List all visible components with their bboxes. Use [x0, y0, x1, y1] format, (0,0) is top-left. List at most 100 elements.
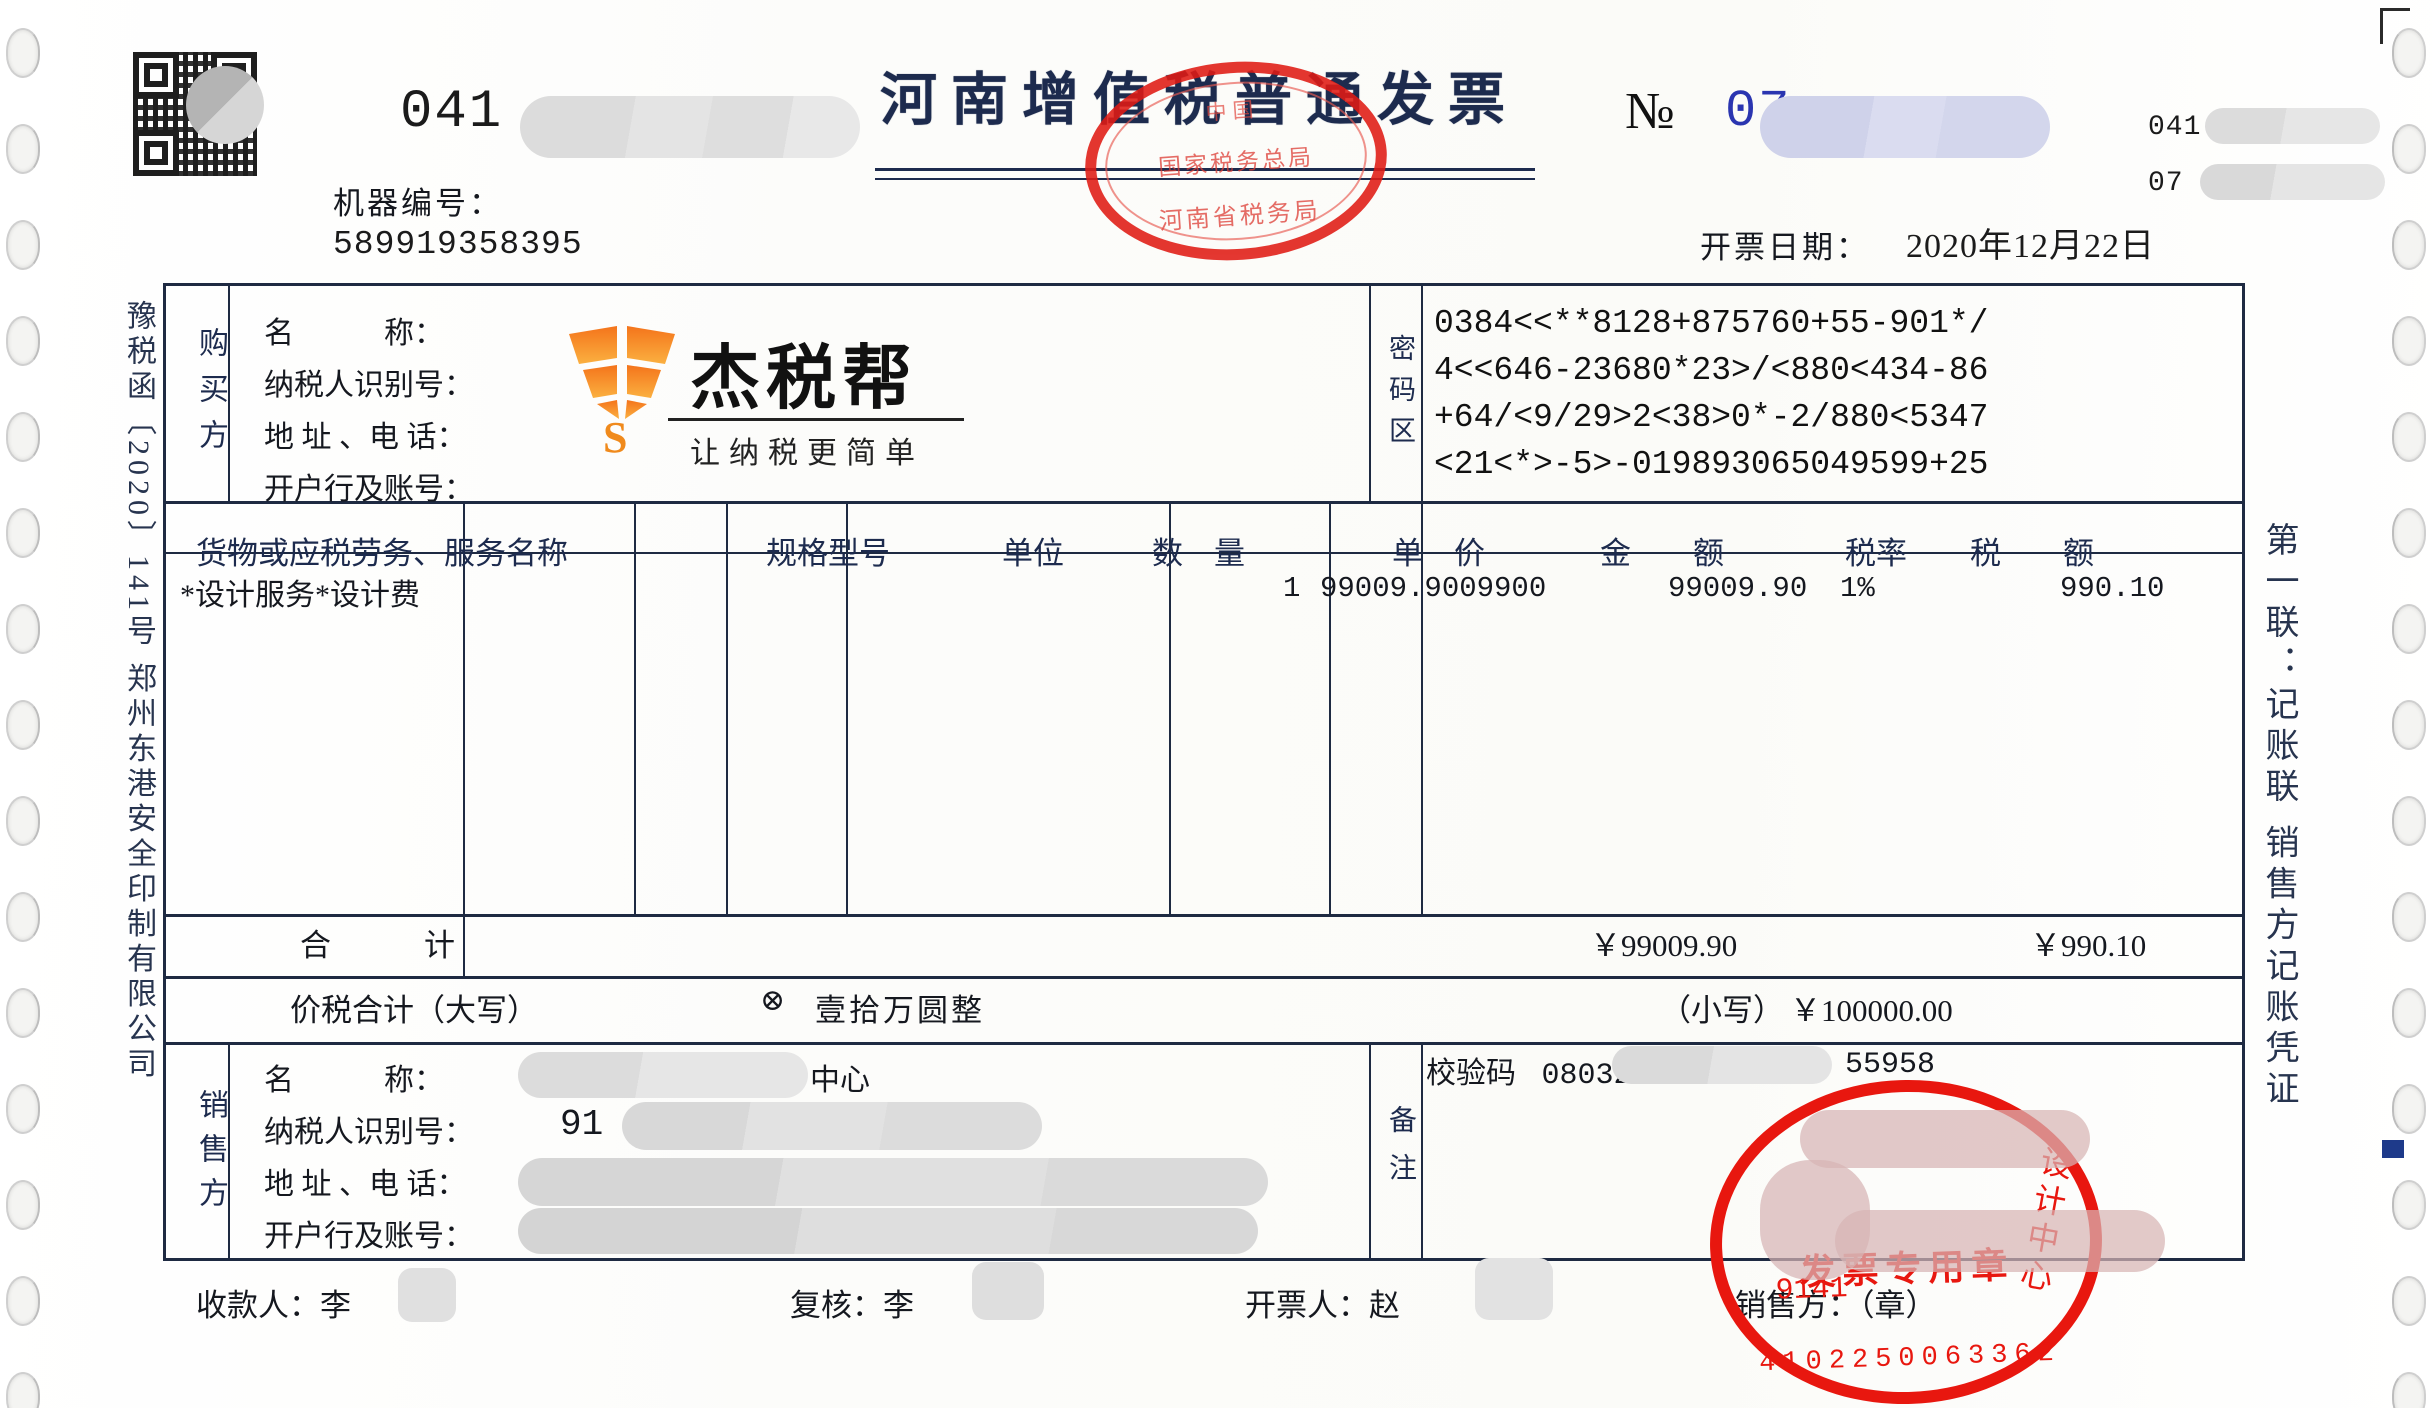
issue-date-value: 2020年12月22日 [1906, 228, 2155, 265]
invoice-code: 041 [400, 82, 504, 143]
item-price: 99009.9009900 [1320, 572, 1547, 605]
brand-divider [668, 418, 964, 421]
sprocket-hole [6, 892, 40, 942]
sprocket-hole [2392, 412, 2426, 462]
table-rule-horizontal [166, 976, 2242, 979]
seller-taxid-redaction [622, 1102, 1042, 1150]
seller-name-redaction [518, 1052, 808, 1098]
buyer-side-label: 购买方 [194, 327, 227, 465]
edge-artifact-top2 [2380, 8, 2410, 11]
stamp-redaction-bottom [1835, 1210, 2165, 1272]
sprocket-hole [2392, 1372, 2426, 1408]
sprocket-hole [6, 796, 40, 846]
totals-amount: ￥99009.90 [1590, 928, 1738, 963]
sprocket-hole [6, 28, 40, 78]
cipher-line: <21<*>-5>-019893065049599+25 [1434, 446, 1989, 483]
logo-letter-s: S [603, 413, 628, 462]
reviewer-label: 复核： [790, 1288, 883, 1323]
payee-label: 收款人： [196, 1288, 320, 1323]
cipher-area-label: 密码区 [1385, 333, 1415, 457]
seller-taxid-label: 纳税人识别号： [264, 1116, 474, 1149]
item-taxrate: 1% [1840, 572, 1875, 605]
col-header-spec: 规格型号 [766, 536, 890, 571]
col-header-amount: 金 额 [1600, 536, 1724, 571]
invoice-code-small-top-redaction [2205, 108, 2380, 144]
sprocket-hole [2392, 700, 2426, 750]
fan-icon [567, 320, 677, 420]
reviewer-redaction [972, 1262, 1044, 1320]
buyer-name-label: 名 称： [264, 317, 444, 350]
seller-bank-label: 开户行及账号： [264, 1220, 474, 1253]
invoice-scan-page: 041 机器编号： 589919358395 河南增值税普通发票 中国 国家税务… [0, 0, 2432, 1408]
sprocket-hole [6, 220, 40, 270]
sprocket-hole [6, 1180, 40, 1230]
seller-name-label: 名 称： [264, 1064, 444, 1097]
drawer-label: 开票人： [1245, 1288, 1369, 1323]
edge-artifact-right [2382, 1140, 2404, 1158]
sprocket-hole [2392, 796, 2426, 846]
stamp-redaction-top [1800, 1110, 2090, 1168]
brand-tagline: 让纳税更简单 [690, 436, 924, 471]
item-qty: 1 [1283, 572, 1301, 605]
sprocket-hole [2392, 508, 2426, 558]
remarks-label: 备注 [1385, 1105, 1416, 1201]
seller-taxid-head: 91 [560, 1104, 604, 1145]
sprocket-hole [2392, 316, 2426, 366]
payee-field: 收款人：李 [196, 1280, 351, 1325]
grand-total-small-label: （小写） [1660, 993, 1784, 1028]
sprocket-hole [2392, 1276, 2426, 1326]
invoice-code-small-top: 041 [2148, 112, 2202, 143]
invoice-code-small-bottom: 07 [2148, 168, 2184, 199]
table-rule-horizontal [166, 501, 2242, 504]
grand-total-in-words: 壹拾万圆整 [815, 993, 985, 1028]
table-rule-vertical [1329, 501, 1331, 914]
sprocket-hole [6, 700, 40, 750]
brand-name: 杰税帮 [690, 337, 918, 419]
invoice-code-redaction [520, 96, 860, 158]
sprocket-hole [2392, 988, 2426, 1038]
check-code-tail: 55958 [1845, 1048, 1936, 1082]
sprocket-hole [6, 412, 40, 462]
payee-redaction [398, 1268, 456, 1322]
buyer-taxid-label: 纳税人识别号： [264, 369, 474, 402]
buyer-bank-label: 开户行及账号： [264, 473, 474, 506]
drawer-field: 开票人：赵 [1245, 1280, 1400, 1325]
table-rule-horizontal [166, 914, 2242, 917]
sprocket-hole [2392, 604, 2426, 654]
sprocket-hole [6, 988, 40, 1038]
check-code-label-text: 校验码 [1426, 1057, 1516, 1090]
col-header-taxrate: 税率 [1845, 536, 1907, 571]
payee-value: 李 [320, 1288, 351, 1323]
print-authorization-text: 豫税函〔2020〕141号 郑州东港安全印制有限公司 [122, 300, 155, 1083]
invoice-no-label: № [1625, 83, 1675, 140]
machine-number-label: 机器编号： [333, 186, 503, 221]
sprocket-hole [2392, 220, 2426, 270]
col-header-qty: 数 量 [1152, 536, 1245, 571]
sprocket-hole [6, 1084, 40, 1134]
grand-total-in-figures: ￥100000.00 [1790, 993, 1953, 1028]
table-rule-horizontal [166, 1042, 2242, 1045]
col-header-name: 货物或应税劳务、服务名称 [196, 536, 568, 571]
item-amount: 99009.90 [1668, 572, 1808, 605]
col-header-unit: 单位 [1002, 536, 1064, 571]
grand-total-checkmark: ⊗ [760, 984, 786, 1017]
copy-designation-text: 第一联：记账联 销售方记账凭证 [2260, 522, 2297, 1112]
invoice-code-small-bottom-redaction [2200, 164, 2385, 200]
sprocket-strip-left [0, 0, 56, 1408]
check-code-redaction [1612, 1046, 1832, 1084]
col-header-price: 单 价 [1392, 536, 1485, 571]
drawer-redaction [1475, 1258, 1553, 1320]
brand-logo-mark: S [567, 320, 677, 462]
sprocket-strip-right [2376, 0, 2432, 1408]
cipher-line: 0384<<**8128+875760+55-901*/ [1434, 305, 1989, 342]
sprocket-hole [6, 604, 40, 654]
table-rule-vertical [1421, 1042, 1423, 1258]
sprocket-hole [6, 508, 40, 558]
seller-address-redaction [518, 1158, 1268, 1206]
qr-redaction-circle [186, 66, 264, 144]
invoice-no-redaction [1760, 96, 2050, 158]
table-rule-vertical [634, 501, 636, 914]
item-name: *设计服务*设计费 [180, 579, 420, 612]
sprocket-hole [2392, 892, 2426, 942]
sprocket-hole [6, 124, 40, 174]
